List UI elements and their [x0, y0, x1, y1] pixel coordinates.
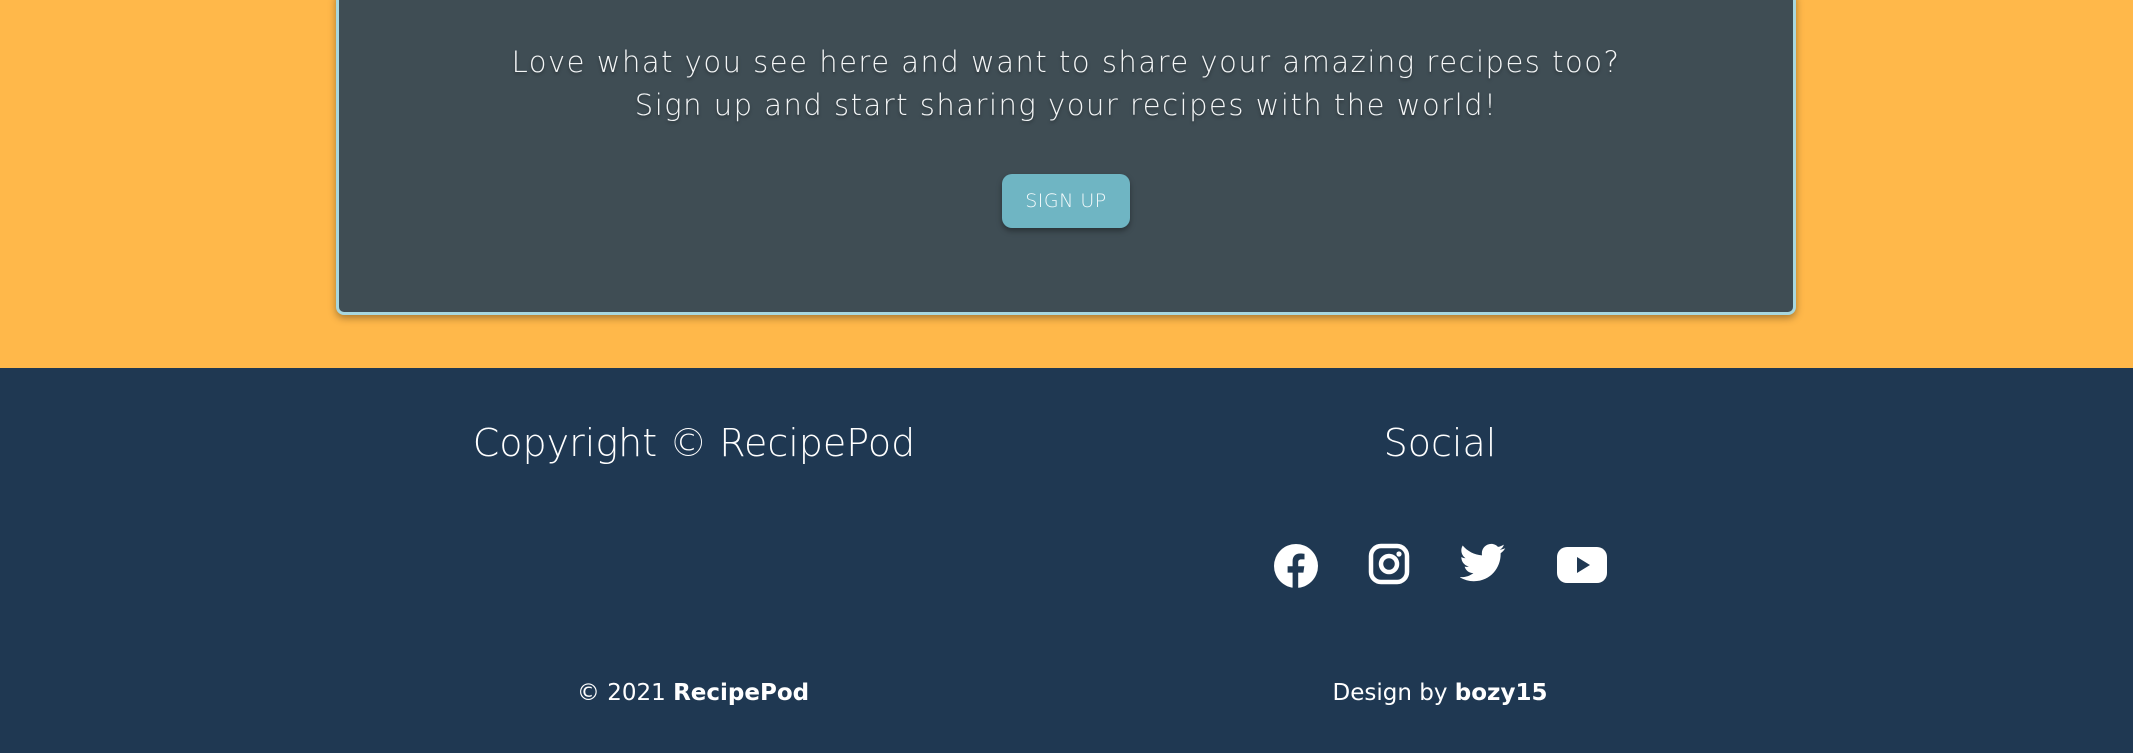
copyright-prefix: © 2021 — [576, 680, 674, 706]
social-heading: Social — [1383, 421, 1497, 465]
copyright-heading: Copyright © RecipePod — [472, 421, 916, 465]
design-credit: Design by bozy15 — [1333, 680, 1548, 706]
page: Love what you see here and want to share… — [0, 0, 2133, 753]
signup-message: Love what you see here and want to share… — [339, 41, 1793, 127]
copyright-brand: RecipePod — [673, 680, 810, 706]
youtube-icon[interactable] — [1557, 547, 1607, 583]
signup-section: Love what you see here and want to share… — [0, 0, 2133, 368]
facebook-icon[interactable] — [1273, 543, 1319, 589]
signup-line-2: Sign up and start sharing your recipes w… — [634, 88, 1498, 122]
design-author: bozy15 — [1454, 680, 1548, 706]
copyright-line: © 2021 RecipePod — [577, 680, 809, 706]
sign-up-button[interactable]: SIGN UP — [1002, 174, 1130, 228]
design-prefix: Design by — [1332, 680, 1455, 706]
signup-line-1: Love what you see here and want to share… — [511, 45, 1621, 79]
footer: Copyright © RecipePod Social © 2021 Reci… — [0, 368, 2133, 753]
twitter-icon[interactable] — [1460, 543, 1506, 583]
instagram-icon[interactable] — [1368, 543, 1410, 585]
signup-card: Love what you see here and want to share… — [336, 0, 1796, 315]
